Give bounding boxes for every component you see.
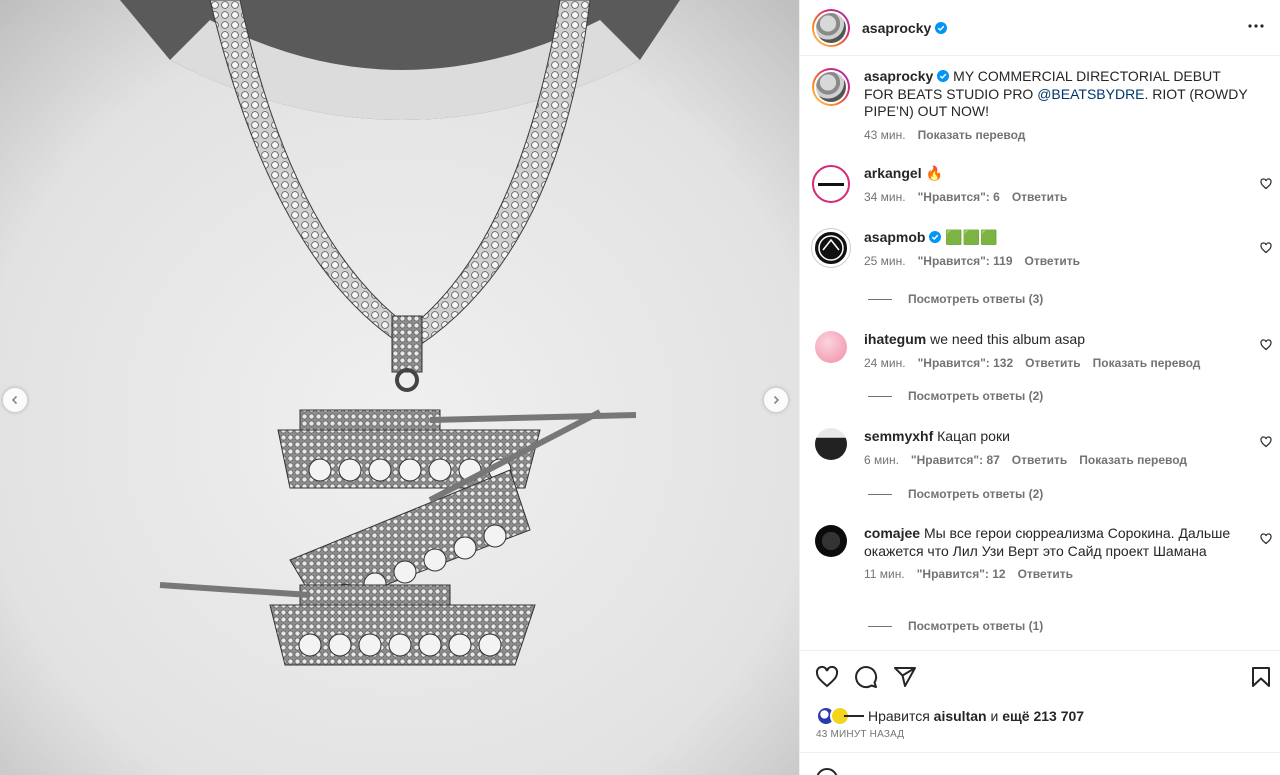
like-heart-icon[interactable] bbox=[815, 665, 839, 689]
emoji-icon[interactable] bbox=[815, 767, 839, 775]
caption-username[interactable]: asaprocky bbox=[864, 68, 933, 84]
comment-username[interactable]: ihategum bbox=[864, 331, 926, 347]
view-replies-button[interactable]: Посмотреть ответы (2) bbox=[868, 389, 1043, 403]
comment-username[interactable]: asapmob bbox=[864, 229, 925, 245]
comment-avatar[interactable] bbox=[815, 428, 847, 460]
view-replies-button[interactable]: Посмотреть ответы (2) bbox=[868, 487, 1043, 501]
comment-icon[interactable] bbox=[854, 665, 878, 689]
comment-likes[interactable]: "Нравится": 12 bbox=[917, 567, 1006, 581]
view-replies-label: Посмотреть ответы (3) bbox=[908, 292, 1044, 306]
post-side-panel: asaprocky asaprocky MY COMMERCIAL DIRECT… bbox=[799, 0, 1280, 775]
comment-likes[interactable]: "Нравится": 87 bbox=[911, 453, 1000, 467]
comment-username[interactable]: arkangel bbox=[864, 165, 922, 181]
previous-arrow-button[interactable] bbox=[3, 388, 27, 412]
caption-time[interactable]: 43 мин. bbox=[864, 128, 906, 142]
comment-time[interactable]: 34 мин. bbox=[864, 190, 906, 204]
heart-icon[interactable] bbox=[1260, 339, 1272, 351]
likes-summary[interactable]: Нравится aisultan и ещё 213 707 bbox=[816, 706, 1084, 726]
heart-icon[interactable] bbox=[1260, 178, 1272, 190]
verified-icon bbox=[937, 70, 950, 82]
caption-mention-link[interactable]: @BEATSBYDRE bbox=[1037, 86, 1144, 102]
comment-avatar[interactable] bbox=[815, 525, 847, 557]
translate-button[interactable]: Показать перевод bbox=[918, 128, 1026, 142]
heart-icon[interactable] bbox=[1260, 533, 1272, 545]
add-comment-bar[interactable] bbox=[800, 752, 1280, 775]
comment-time[interactable]: 24 мин. bbox=[864, 356, 906, 370]
likes-prefix: Нравится bbox=[868, 708, 930, 724]
post-actions-bar: Нравится aisultan и ещё 213 707 43 МИНУТ… bbox=[800, 650, 1280, 752]
translate-button[interactable]: Показать перевод bbox=[1079, 453, 1187, 467]
likers-avatars bbox=[816, 706, 868, 726]
post-media[interactable] bbox=[0, 0, 799, 775]
more-horizontal-icon[interactable] bbox=[1246, 18, 1266, 38]
comment-likes[interactable]: "Нравится": 119 bbox=[918, 254, 1013, 268]
comment-text: Кацап роки bbox=[937, 428, 1010, 444]
post-photo bbox=[0, 0, 799, 775]
view-replies-button[interactable]: Посмотреть ответы (3) bbox=[868, 292, 1043, 306]
comment-likes[interactable]: "Нравится": 6 bbox=[918, 190, 1000, 204]
chevron-left-icon bbox=[11, 395, 18, 405]
comment-time[interactable]: 11 мин. bbox=[864, 567, 905, 581]
reply-button[interactable]: Ответить bbox=[1012, 453, 1067, 467]
comment-avatar[interactable] bbox=[812, 165, 850, 203]
reply-button[interactable]: Ответить bbox=[1012, 190, 1067, 204]
bookmark-icon[interactable] bbox=[1249, 665, 1273, 689]
next-arrow-button[interactable] bbox=[764, 388, 788, 412]
post-time-ago[interactable]: 43 МИНУТ НАЗАД bbox=[816, 729, 904, 740]
reply-button[interactable]: Ответить bbox=[1025, 356, 1080, 370]
comment-text: 🟩🟩🟩 bbox=[945, 229, 998, 245]
share-send-icon[interactable] bbox=[893, 665, 917, 689]
translate-button[interactable]: Показать перевод bbox=[1093, 356, 1201, 370]
verified-icon bbox=[935, 21, 948, 34]
heart-icon[interactable] bbox=[1260, 436, 1272, 448]
view-replies-label: Посмотреть ответы (2) bbox=[908, 389, 1044, 403]
likes-conj: и bbox=[990, 708, 999, 724]
reply-button[interactable]: Ответить bbox=[1018, 567, 1073, 581]
verified-icon bbox=[929, 231, 942, 243]
comment-username[interactable]: semmyxhf bbox=[864, 428, 933, 444]
likes-count[interactable]: ещё 213 707 bbox=[1002, 708, 1084, 724]
comment-avatar[interactable] bbox=[815, 331, 847, 363]
author-avatar[interactable] bbox=[812, 8, 850, 47]
comment-time[interactable]: 25 мин. bbox=[864, 254, 906, 268]
author-username[interactable]: asaprocky bbox=[862, 20, 931, 36]
comments-list[interactable]: asaprocky MY COMMERCIAL DIRECTORIAL DEBU… bbox=[800, 56, 1280, 650]
comment-time[interactable]: 6 мин. bbox=[864, 453, 899, 467]
comment-likes[interactable]: "Нравится": 132 bbox=[918, 356, 1014, 370]
comment-avatar[interactable] bbox=[812, 229, 850, 267]
chevron-right-icon bbox=[773, 395, 780, 405]
comment-username[interactable]: comajee bbox=[864, 525, 920, 541]
view-replies-button[interactable]: Посмотреть ответы (1) bbox=[868, 619, 1043, 633]
comment-text: we need this album asap bbox=[930, 331, 1085, 347]
heart-icon[interactable] bbox=[1260, 242, 1272, 254]
caption-avatar[interactable] bbox=[812, 68, 850, 106]
view-replies-label: Посмотреть ответы (1) bbox=[908, 619, 1044, 633]
reply-button[interactable]: Ответить bbox=[1025, 254, 1080, 268]
view-replies-label: Посмотреть ответы (2) bbox=[908, 487, 1044, 501]
liker-username[interactable]: aisultan bbox=[934, 708, 987, 724]
post-header: asaprocky bbox=[800, 0, 1280, 56]
comment-text: 🔥 bbox=[925, 165, 943, 181]
